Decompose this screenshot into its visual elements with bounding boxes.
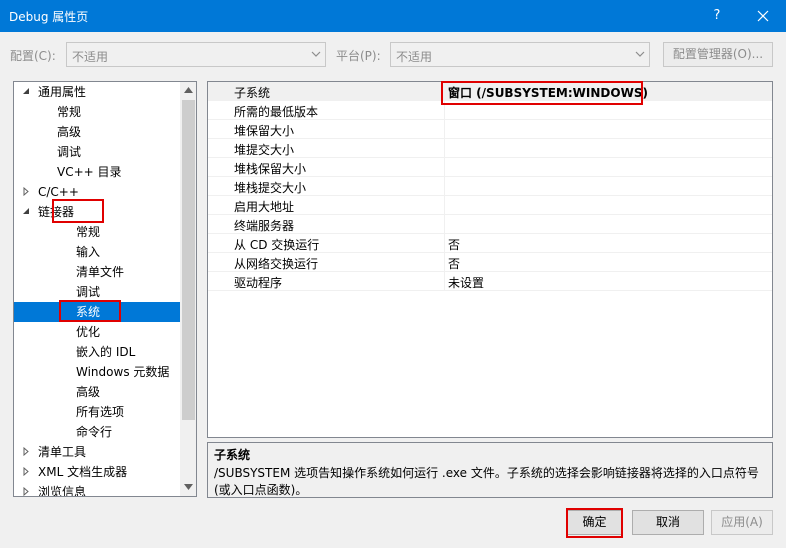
collapsed-arrow-icon[interactable] — [22, 487, 31, 496]
tree-item[interactable]: 清单工具 — [14, 442, 180, 462]
property-value[interactable]: 否 — [448, 255, 460, 272]
tree-item[interactable]: 常规 — [14, 222, 180, 242]
property-row[interactable]: 堆栈提交大小 — [208, 177, 772, 196]
property-name: 堆保留大小 — [234, 124, 295, 138]
tree-item[interactable]: 高级 — [14, 382, 180, 402]
scroll-down-icon[interactable] — [184, 484, 193, 490]
tree-item[interactable]: 常规 — [14, 102, 180, 122]
tree-item-label: 高级 — [76, 385, 101, 399]
scroll-up-icon[interactable] — [184, 87, 193, 93]
property-name: 堆提交大小 — [234, 143, 295, 157]
tree-item[interactable]: 所有选项 — [14, 402, 180, 422]
description-panel: 子系统 /SUBSYSTEM 选项告知操作系统如何运行 .exe 文件。子系统的… — [207, 442, 773, 498]
tree-item-label: 命令行 — [76, 425, 113, 439]
tree-item-label: 优化 — [76, 325, 101, 339]
property-name: 从 CD 交换运行 — [234, 238, 320, 252]
title-bar: Debug 属性页 ? — [0, 0, 786, 32]
help-button[interactable]: ? — [694, 0, 740, 32]
tree-scrollbar[interactable] — [180, 82, 196, 496]
property-row[interactable]: 驱动程序 未设置 — [208, 272, 772, 291]
tree-item[interactable]: 命令行 — [14, 422, 180, 442]
property-value[interactable]: 未设置 — [448, 274, 484, 291]
property-row[interactable]: 启用大地址 — [208, 196, 772, 215]
tree-item-label: 通用属性 — [38, 85, 87, 99]
chevron-down-icon — [635, 51, 645, 57]
linker-highlight — [52, 199, 104, 223]
category-tree: 通用属性 常规 高级 调试 VC++ 目录 C/C++ 链接器 常规 输入 清单文件 调试 系统 优化嵌… — [13, 81, 197, 497]
property-name: 子系统 — [234, 86, 271, 100]
tree-item[interactable]: 调试 — [14, 282, 180, 302]
tree-item-label: 输入 — [76, 245, 101, 259]
tree-item[interactable]: 清单文件 — [14, 262, 180, 282]
property-name: 启用大地址 — [234, 200, 295, 214]
chevron-down-icon — [311, 51, 321, 57]
tree-item[interactable]: XML 文档生成器 — [14, 462, 180, 482]
tree-item[interactable]: 调试 — [14, 142, 180, 162]
tree-item[interactable]: 通用属性 — [14, 82, 180, 102]
tree-item[interactable]: 浏览信息 — [14, 482, 180, 497]
property-name: 从网络交换运行 — [234, 257, 319, 271]
expanded-arrow-icon[interactable] — [22, 87, 31, 96]
expanded-arrow-icon[interactable] — [22, 207, 31, 216]
cancel-button[interactable]: 取消 — [632, 510, 704, 535]
property-name: 堆栈保留大小 — [234, 162, 307, 176]
platform-value: 不适用 — [396, 50, 433, 64]
window-title: Debug 属性页 — [9, 10, 89, 24]
column-divider[interactable] — [444, 82, 445, 291]
property-row[interactable]: 终端服务器 — [208, 215, 772, 234]
tree-item[interactable]: 优化 — [14, 322, 180, 342]
property-row[interactable]: 堆保留大小 — [208, 120, 772, 139]
property-row[interactable]: 堆提交大小 — [208, 139, 772, 158]
tree-item[interactable]: 输入 — [14, 242, 180, 262]
subsystem-value-highlight — [441, 81, 643, 105]
tree-item-label: Windows 元数据 — [76, 365, 170, 379]
config-dropdown[interactable]: 不适用 — [66, 42, 326, 67]
tree-item[interactable]: Windows 元数据 — [14, 362, 180, 382]
tree-item[interactable]: 高级 — [14, 122, 180, 142]
tree-item-label: 常规 — [57, 105, 82, 119]
property-name: 驱动程序 — [234, 276, 283, 290]
tree-item-label: 清单工具 — [38, 445, 87, 459]
config-label: 配置(C): — [10, 49, 56, 63]
tree-item-label: 调试 — [76, 285, 101, 299]
tree-item-label: 调试 — [57, 145, 82, 159]
property-row[interactable]: 从网络交换运行 否 — [208, 253, 772, 272]
apply-button[interactable]: 应用(A) — [711, 510, 773, 535]
tree-item-label: VC++ 目录 — [57, 165, 122, 179]
collapsed-arrow-icon[interactable] — [22, 187, 31, 196]
tree-item-label: 所有选项 — [76, 405, 125, 419]
property-row[interactable]: 堆栈保留大小 — [208, 158, 772, 177]
property-name: 堆栈提交大小 — [234, 181, 307, 195]
property-row[interactable]: 从 CD 交换运行 否 — [208, 234, 772, 253]
tree-item-label: 清单文件 — [76, 265, 125, 279]
ok-highlight — [566, 508, 623, 538]
config-value: 不适用 — [72, 50, 109, 64]
property-name: 终端服务器 — [234, 219, 295, 233]
close-button[interactable] — [740, 0, 786, 32]
property-value[interactable]: 否 — [448, 236, 460, 253]
configuration-manager-button[interactable]: 配置管理器(O)... — [663, 42, 773, 67]
platform-label: 平台(P): — [336, 49, 381, 63]
collapsed-arrow-icon[interactable] — [22, 467, 31, 476]
description-title: 子系统 — [214, 448, 251, 462]
tree-item[interactable]: 嵌入的 IDL — [14, 342, 180, 362]
collapsed-arrow-icon[interactable] — [22, 447, 31, 456]
system-highlight — [59, 300, 121, 322]
tree-item[interactable]: VC++ 目录 — [14, 162, 180, 182]
description-text: /SUBSYSTEM 选项告知操作系统如何运行 .exe 文件。子系统的选择会影… — [214, 466, 759, 497]
close-icon — [757, 10, 769, 22]
tree-item-label: 嵌入的 IDL — [76, 345, 136, 359]
property-grid: 子系统 窗口 (/SUBSYSTEM:WINDOWS) 所需的最低版本 堆保留大小 堆提… — [207, 81, 773, 438]
property-name: 所需的最低版本 — [234, 105, 319, 119]
tree-item-label: 高级 — [57, 125, 82, 139]
scrollbar-thumb[interactable] — [182, 100, 195, 420]
tree-item-label: 浏览信息 — [38, 485, 87, 497]
tree-item-label: XML 文档生成器 — [38, 465, 128, 479]
platform-dropdown[interactable]: 不适用 — [390, 42, 650, 67]
tree-item-label: 常规 — [76, 225, 101, 239]
